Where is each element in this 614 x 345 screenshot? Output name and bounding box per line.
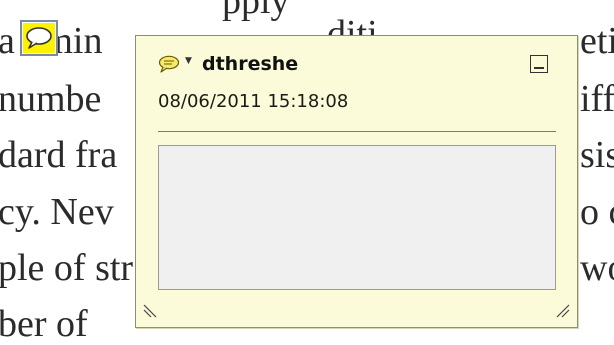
comment-datetime: 08/06/2011 15:18:08 [158, 91, 349, 112]
doc-line: dard fra [0, 134, 118, 176]
resize-grip-right-icon[interactable] [555, 303, 571, 319]
caret-down-icon[interactable]: ▼ [185, 56, 192, 66]
doc-fragment: sis [580, 134, 614, 176]
comment-text-input[interactable] [158, 145, 556, 290]
doc-line: ple of str [0, 247, 134, 289]
doc-fragment: iff [580, 78, 614, 120]
doc-line: cy. Nev [0, 191, 114, 233]
comment-author: dthreshe [202, 53, 299, 75]
speech-bubble-icon [25, 26, 53, 50]
doc-line: ber of [0, 303, 88, 345]
divider [158, 131, 556, 132]
popup-header[interactable]: ▼ dthreshe 08/06/2011 15:18:08 [136, 36, 577, 131]
doc-line: numbe [0, 78, 102, 120]
doc-fragment: eti [580, 20, 614, 62]
resize-grip-left-icon[interactable] [142, 303, 158, 319]
minimize-icon[interactable] [530, 55, 548, 73]
doc-line: pply [222, 0, 290, 22]
annotation-marker[interactable] [20, 20, 58, 56]
doc-fragment: o c [580, 191, 614, 233]
speech-bubble-icon[interactable] [158, 55, 180, 73]
doc-fragment: wo [580, 247, 614, 289]
comment-popup[interactable]: ▼ dthreshe 08/06/2011 15:18:08 [135, 35, 578, 328]
